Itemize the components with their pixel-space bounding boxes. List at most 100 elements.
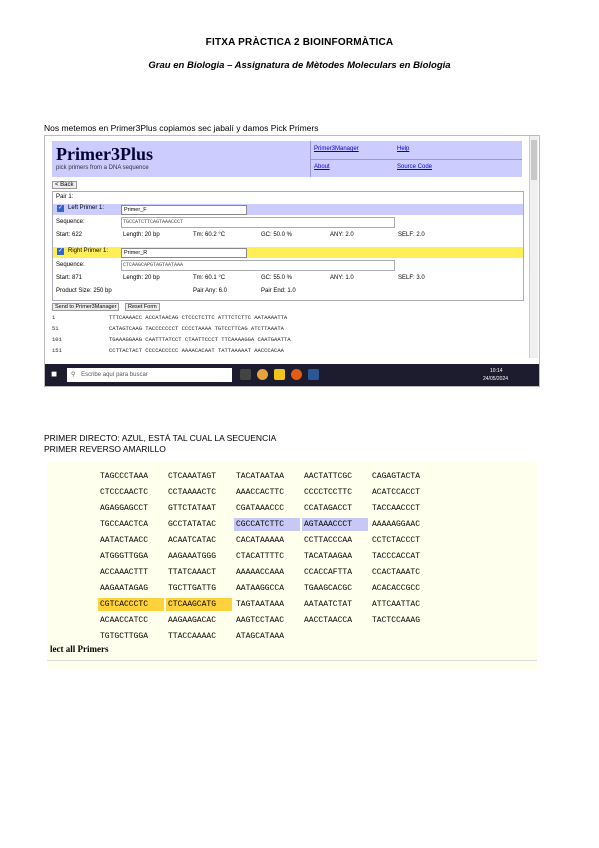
reverse-primer-block: CTCAAGCATG	[166, 598, 232, 611]
seq-line-number: 151	[52, 347, 62, 354]
seq-line: CATAGTCAAG TACCCCCCCT CCCCTAAAA TGTCCTTC…	[109, 325, 284, 332]
left-sequence-label: Sequence:	[56, 219, 85, 225]
left-start: Start: 622	[56, 232, 83, 238]
taskbar-search-box[interactable]: ⚲ Escribe aquí para buscar	[67, 368, 232, 382]
sequence-block: TAGCCCTAAA	[100, 472, 149, 481]
sequence-block: CCATAGACCT	[304, 504, 353, 513]
left-length: Length: 20 bp	[123, 232, 160, 238]
seq-line-number: 51	[52, 325, 59, 332]
left-tm: Tm: 60.2 °C	[193, 232, 226, 238]
product-size: Product Size: 250 bp	[56, 288, 112, 294]
sequence-block: AAGTCCTAAC	[236, 616, 285, 625]
primer3plus-screenshot: Primer3Plus pick primers from a DNA sequ…	[44, 135, 540, 387]
vertical-scrollbar[interactable]	[529, 136, 538, 358]
divider	[47, 660, 537, 661]
taskbar-clock: 10:14	[490, 368, 503, 374]
right-primer-name-input[interactable]: Primer_R	[121, 248, 247, 258]
forward-primer-block: CGCCATCTTC	[234, 518, 300, 531]
right-gc: GC: 55.0 %	[261, 275, 293, 281]
sequence-block: ACAATCATAC	[168, 536, 217, 545]
sequence-block: AAGAAATGGG	[168, 552, 217, 561]
sequence-block: GTTCTATAAT	[168, 504, 217, 513]
taskbar-date: 24/05/2024	[483, 376, 509, 382]
file-explorer-icon[interactable]	[274, 369, 285, 380]
sequence-block: CCTAAAACTC	[168, 488, 217, 497]
left-primer-label: Left Primer 1:	[68, 205, 105, 211]
pair-label: Pair 1:	[56, 194, 74, 200]
chrome-icon[interactable]	[257, 369, 268, 380]
left-primer-row: ✓ Left Primer 1: Primer_F	[53, 204, 523, 215]
sequence-block: AACTATTCGC	[304, 472, 353, 481]
back-button[interactable]: < Back	[52, 181, 77, 189]
seq-line: TGAAAGGAAG CAATTTATCCT CTAATTCCCT TTCAAA…	[109, 336, 291, 343]
sequence-block: AGAGGAGCCT	[100, 504, 149, 513]
send-to-primer3manager-button[interactable]: Send to Primer3Manager	[52, 303, 120, 311]
word-icon[interactable]	[308, 369, 319, 380]
left-any: ANY: 2.0	[330, 232, 354, 238]
sequence-block: CACATAAAAA	[236, 536, 285, 545]
document-title: FITXA PRÀCTICA 2 BIOINFORMÀTICA	[205, 37, 394, 48]
pair-end: Pair End: 1.0	[261, 288, 296, 294]
reset-form-button[interactable]: Reset Form	[125, 303, 160, 311]
windows-taskbar: ■ ⚲ Escribe aquí para buscar 10:14 24/05…	[45, 364, 539, 386]
sequence-block: ACCAAACTTT	[100, 568, 149, 577]
right-start: Start: 871	[56, 275, 83, 281]
sequence-block: TTATCAAACT	[168, 568, 217, 577]
right-sequence-field[interactable]	[121, 260, 395, 271]
right-primer-label: Right Primer 1:	[68, 248, 109, 254]
sequence-block: CTACATTTTC	[236, 552, 285, 561]
highlighted-sequence-screenshot: TAGCCCTAAA CTCAAATAGT TACATAATAA AACTATTCGC…	[47, 462, 537, 669]
sequence-block: AATAATCTAT	[304, 600, 353, 609]
taskbar-search-placeholder: Escribe aquí para buscar	[81, 372, 148, 378]
firefox-icon[interactable]	[291, 369, 302, 380]
sequence-block: CCTCTACCCT	[372, 536, 421, 545]
help-link[interactable]: Help	[397, 146, 409, 152]
sequence-block: TGTGCTTGGA	[100, 632, 149, 641]
sequence-block: TTACCAAAAC	[168, 632, 217, 641]
sequence-block: AAAAAGGAAC	[372, 520, 421, 529]
primer-pair-box: Pair 1: ✓ Left Primer 1: Primer_F Sequen…	[52, 191, 524, 301]
scrollbar-thumb[interactable]	[531, 140, 537, 180]
sequence-block: CAGAGTACTA	[372, 472, 421, 481]
windows-start-icon[interactable]: ■	[51, 369, 62, 380]
source-code-link[interactable]: Source Code	[397, 164, 432, 170]
sequence-block: ATAGCATAAA	[236, 632, 285, 641]
search-icon: ⚲	[71, 372, 76, 378]
primer3manager-link[interactable]: Primer3Manager	[314, 146, 359, 152]
sequence-block: AAGAATAGAG	[100, 584, 149, 593]
forward-primer-note: PRIMER DIRECTO: AZUL, ESTÁ TAL CUAL LA S…	[44, 433, 277, 443]
about-link[interactable]: About	[314, 164, 330, 170]
sequence-block: CCTTACCCAA	[304, 536, 353, 545]
right-primer-checkbox[interactable]: ✓	[57, 248, 64, 255]
left-primer-checkbox[interactable]: ✓	[57, 205, 64, 212]
sequence-block: TACCAACCCT	[372, 504, 421, 513]
sequence-block: TGAAGCACGC	[304, 584, 353, 593]
sequence-block: TAGTAATAAA	[236, 600, 285, 609]
right-self: SELF: 3.0	[398, 275, 425, 281]
sequence-block: CTCAAATAGT	[168, 472, 217, 481]
header-divider	[310, 159, 522, 160]
reverse-primer-note: PRIMER REVERSO AMARILLO	[44, 444, 166, 454]
primer3plus-tagline: pick primers from a DNA sequence	[56, 165, 149, 171]
task-view-icon[interactable]	[240, 369, 251, 380]
right-primer-row: ✓ Right Primer 1: Primer_R	[53, 247, 523, 258]
sequence-block: TGCTTGATTG	[168, 584, 217, 593]
sequence-block: CTCCCAACTC	[100, 488, 149, 497]
sequence-block: TACATAATAA	[236, 472, 285, 481]
left-self: SELF: 2.0	[398, 232, 425, 238]
sequence-block: CCCCTCCTTC	[304, 488, 353, 497]
forward-primer-block: AGTAAACCCT	[302, 518, 368, 531]
select-all-primers-link[interactable]: lect all Primers	[50, 644, 108, 654]
primer3plus-header: Primer3Plus pick primers from a DNA sequ…	[52, 141, 522, 177]
sequence-block: AAAAACCAAA	[236, 568, 285, 577]
left-primer-name-input[interactable]: Primer_F	[121, 205, 247, 215]
left-sequence-field[interactable]	[121, 217, 395, 228]
left-gc: GC: 50.0 %	[261, 232, 293, 238]
sequence-block: ACAACCATCC	[100, 616, 149, 625]
sequence-block: GCCTATATAC	[168, 520, 217, 529]
sequence-block: TACTCCAAAG	[372, 616, 421, 625]
sequence-block: ATGGGTTGGA	[100, 552, 149, 561]
right-sequence-label: Sequence:	[56, 262, 85, 268]
right-tm: Tm: 60.1 °C	[193, 275, 226, 281]
right-length: Length: 20 bp	[123, 275, 160, 281]
